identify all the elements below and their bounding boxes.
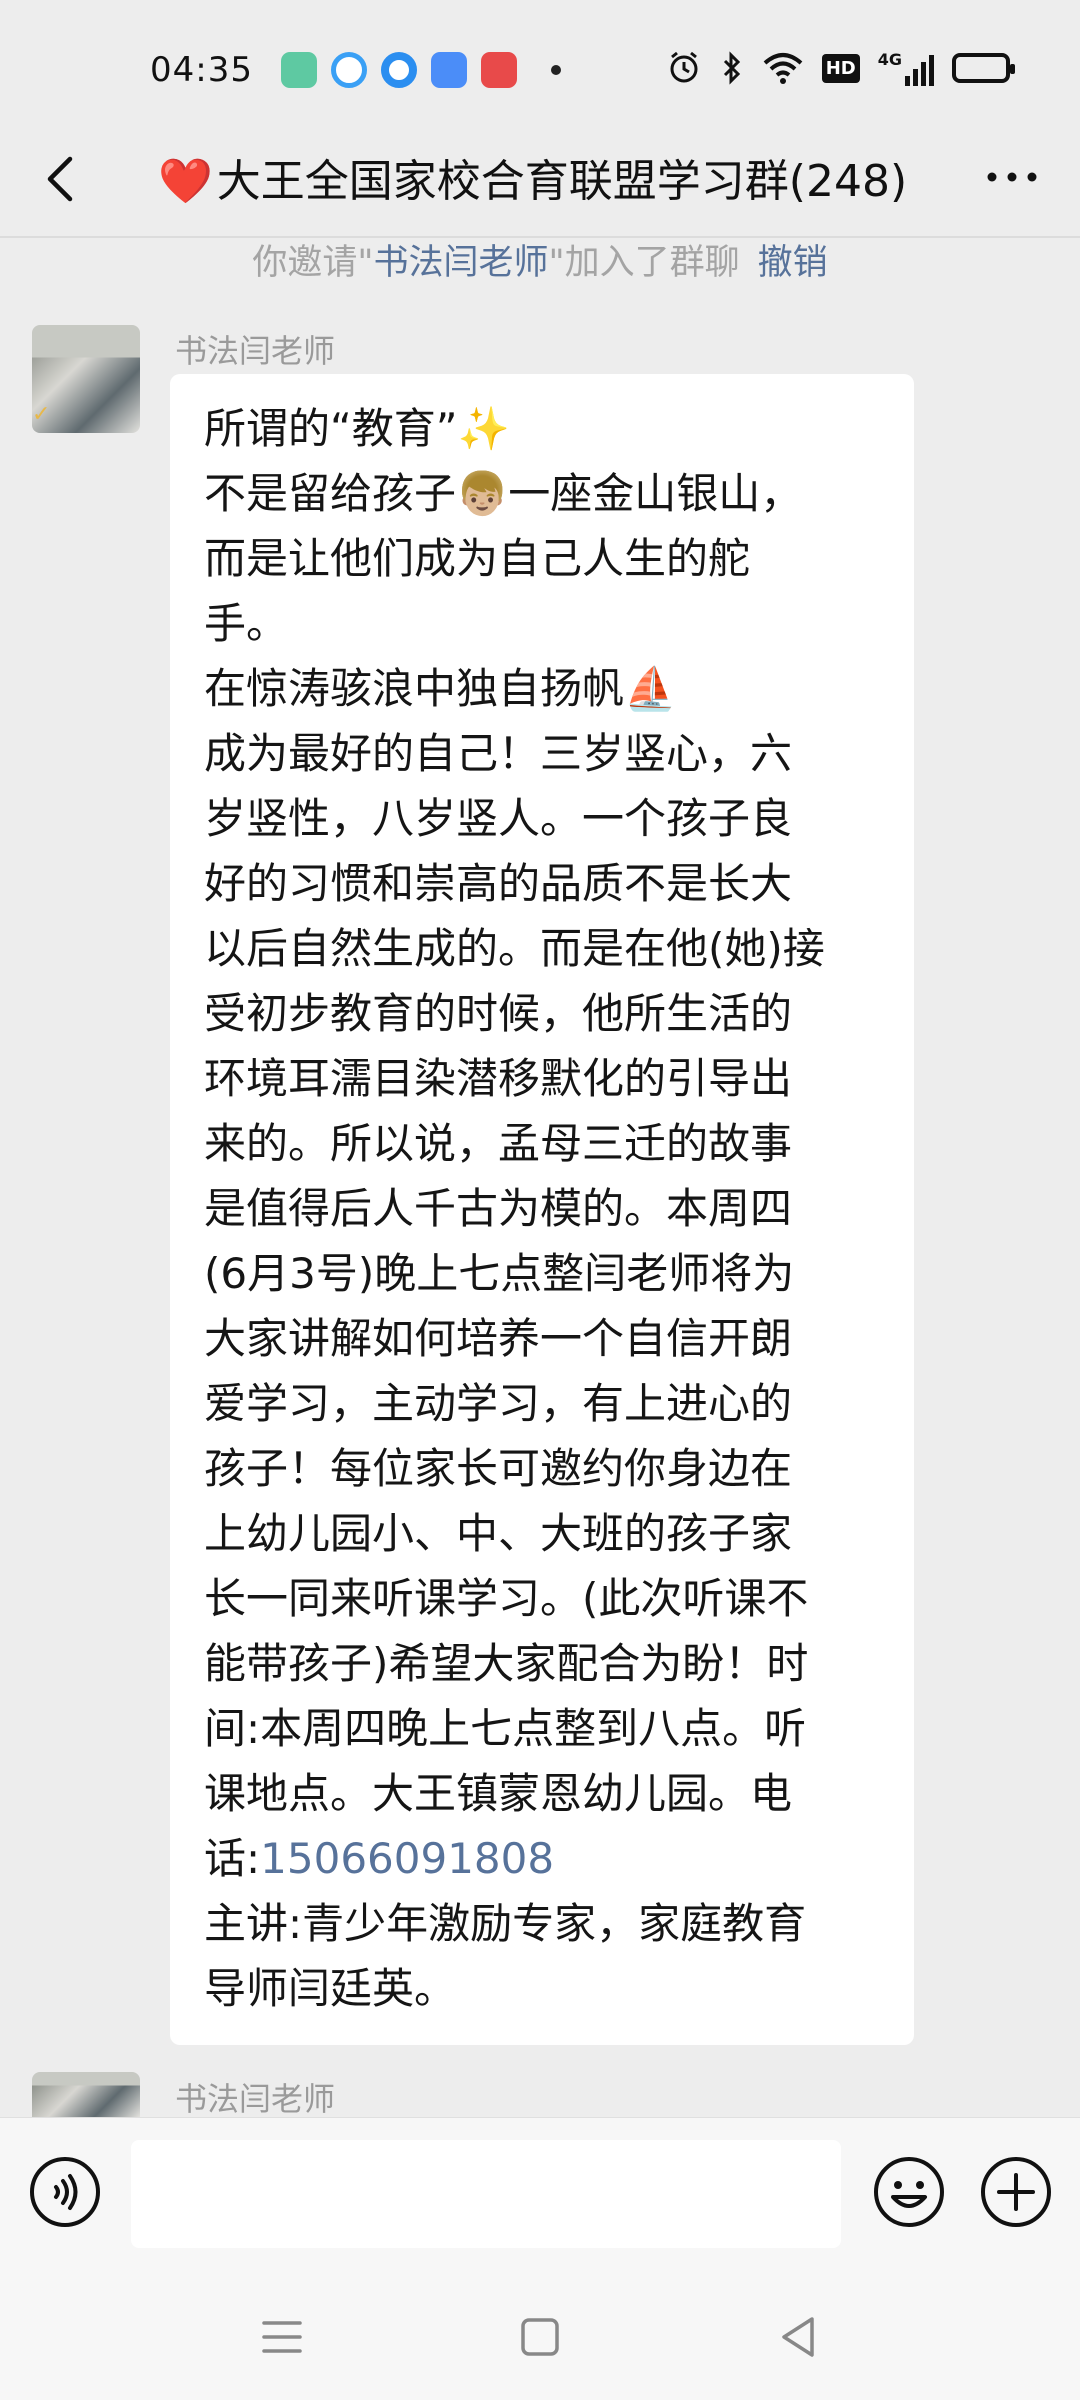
blue-app-icon (430, 52, 467, 88)
wifi-icon (763, 53, 803, 84)
signal-4g-icon: 4G (878, 50, 934, 86)
target-app-icon (380, 52, 417, 88)
avatar[interactable] (32, 2072, 140, 2117)
bluetooth-icon (723, 51, 740, 85)
revoke-button[interactable]: 撤销 (758, 243, 828, 283)
phone-link[interactable]: 15066091808 (260, 1834, 554, 1883)
home-icon[interactable] (510, 2307, 570, 2367)
status-right-icons: HD 4G (666, 50, 1015, 86)
message-line: 不是留给孩子👦🏼一座金山银山， 而是让他们成为自己人生的舵 手。 (204, 469, 803, 648)
plus-icon[interactable] (979, 2155, 1053, 2229)
heart-emoji-icon: ❤️ (158, 156, 213, 207)
message-body-text: 成为最好的自己！三岁竖心，六 岁竖性，八岁竖人。一个孩子良 好的习惯和崇高的品质… (204, 729, 825, 1883)
emoji-icon[interactable] (872, 2155, 946, 2229)
back-triangle-icon[interactable] (768, 2307, 828, 2367)
network-type-label: 4G (877, 50, 902, 69)
browser-icon (330, 52, 367, 88)
chat-header: ❤️大王全国家校合育联盟学习群(248) (0, 125, 1080, 235)
message-line: 在惊涛骇浪中独自扬帆⛵ (204, 664, 677, 713)
message-line: 所谓的“教育”✨ (204, 404, 510, 453)
message-closing: 主讲:青少年激励专家，家庭教育 导师闫廷英。 (204, 1899, 807, 2013)
message-bubble[interactable]: 所谓的“教育”✨ 不是留给孩子👦🏼一座金山银山， 而是让他们成为自己人生的舵 手… (170, 374, 914, 2045)
voice-icon[interactable] (28, 2155, 102, 2229)
green-app-icon (280, 52, 317, 88)
red-app-icon (480, 52, 517, 88)
invitee-link[interactable]: 书法闫老师 (373, 243, 548, 283)
input-bar (0, 2117, 1080, 2277)
battery-icon (952, 53, 1015, 83)
avatar[interactable]: ✓ (32, 325, 140, 433)
sender-name: 书法闫老师 (175, 332, 336, 370)
chevron-left-icon[interactable] (32, 149, 92, 209)
status-bar: 04:35 HD 4G (0, 0, 1080, 140)
message-paragraph: 成为最好的自己！三岁竖心，六 岁竖性，八岁竖人。一个孩子良 好的习惯和崇高的品质… (204, 721, 884, 1891)
menu-icon[interactable] (252, 2307, 312, 2367)
hd-icon: HD (821, 53, 860, 83)
avatar-logo-icon: ✓ (32, 402, 51, 427)
system-nav-bar (0, 2277, 1080, 2400)
notification-dot-icon (550, 65, 561, 75)
sender-name: 书法闫老师 (175, 2080, 336, 2118)
chat-title-text: 大王全国家校合育联盟学习群(248) (216, 156, 908, 207)
status-app-icons (280, 52, 561, 88)
chat-title: ❤️大王全国家校合育联盟学习群(248) (158, 145, 935, 209)
alarm-icon (670, 51, 698, 83)
notice-prefix: 你邀请" (252, 243, 374, 283)
message-input[interactable] (131, 2140, 841, 2248)
notice-suffix: "加入了群聊 (548, 243, 740, 283)
more-horizontal-icon[interactable] (982, 157, 1042, 197)
system-notice: 你邀请"书法闫老师"加入了群聊 撤销 (0, 234, 1080, 284)
status-time: 04:35 (150, 50, 253, 90)
